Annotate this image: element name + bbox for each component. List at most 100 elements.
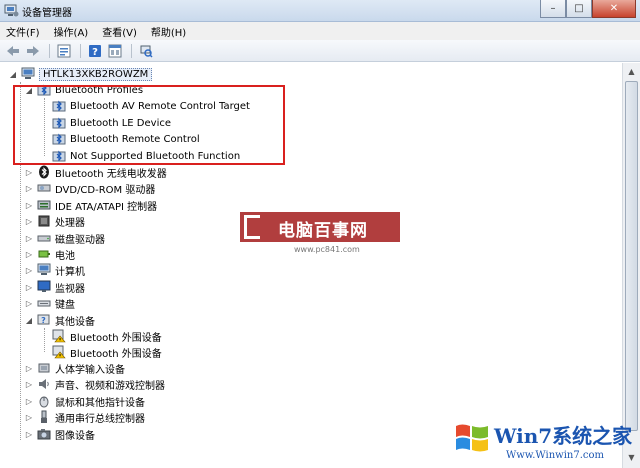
back-button[interactable] xyxy=(4,42,22,60)
properties-icon xyxy=(57,44,71,57)
menu-help[interactable]: 帮助(H) xyxy=(151,24,186,39)
tree-node-sound-video[interactable]: ▷ 声音、视频和游戏控制器 xyxy=(24,376,165,392)
expand-icon[interactable]: ▷ xyxy=(24,167,34,177)
computer-icon xyxy=(21,67,35,81)
tree-node-disk-drives[interactable]: ▷ 磁盘驱动器 xyxy=(24,230,105,246)
watermark-pc841: 电脑百事网 www.pc841.com xyxy=(240,212,400,258)
expand-icon[interactable]: ▷ xyxy=(24,379,34,389)
ide-controller-icon xyxy=(37,198,51,212)
tree-node-label: DVD/CD-ROM 驱动器 xyxy=(55,184,156,196)
toolbar-separator xyxy=(49,43,50,58)
tree-node-bluetooth-radios[interactable]: ▷ Bluetooth 无线电收发器 xyxy=(24,164,167,180)
watermark-site-name: Win7系统之家 xyxy=(494,424,633,448)
expand-icon[interactable]: ▷ xyxy=(24,396,34,406)
hid-icon xyxy=(37,361,51,375)
expand-icon[interactable]: ▷ xyxy=(24,363,34,373)
disk-drive-icon xyxy=(37,231,51,245)
camera-icon xyxy=(37,427,51,441)
scan-hardware-button[interactable] xyxy=(137,42,155,60)
optical-drive-icon xyxy=(37,181,51,195)
watermark-winwin7: Win7系统之家 Www.Winwin7.com xyxy=(448,414,638,468)
tree-leaf-bluetooth-peripheral[interactable]: Bluetooth 外围设备 xyxy=(52,328,162,344)
window-title: 设备管理器 xyxy=(22,8,72,19)
expand-icon[interactable]: ▷ xyxy=(24,183,34,193)
tree-node-label: 处理器 xyxy=(55,217,85,229)
expand-icon[interactable]: ▷ xyxy=(24,249,34,259)
keyboard-icon xyxy=(37,296,51,310)
svg-text:?: ? xyxy=(41,316,46,325)
menu-action[interactable]: 操作(A) xyxy=(54,24,89,39)
windows-flag-icon xyxy=(456,424,488,452)
speaker-icon xyxy=(37,377,51,391)
forward-arrow-icon xyxy=(27,45,39,56)
menu-file[interactable]: 文件(F) xyxy=(6,24,40,39)
collapse-icon[interactable]: ◢ xyxy=(8,69,18,79)
tree-node-label: 通用串行总线控制器 xyxy=(55,413,145,425)
title-bar[interactable]: 设备管理器 – □ ✕ xyxy=(0,0,640,22)
warning-device-icon xyxy=(52,345,66,359)
tree-leaf-label: Bluetooth 外围设备 xyxy=(70,332,162,344)
tree-node-other-devices[interactable]: ◢ ? 其他设备 xyxy=(24,312,95,328)
vertical-scrollbar[interactable]: ▲ ▼ xyxy=(622,63,640,468)
expand-icon[interactable]: ▷ xyxy=(24,282,34,292)
close-button[interactable]: ✕ xyxy=(592,0,636,18)
tree-node-label: 图像设备 xyxy=(55,430,95,442)
tree-node-hid[interactable]: ▷ 人体学输入设备 xyxy=(24,360,125,376)
tree-node-processors[interactable]: ▷ 处理器 xyxy=(24,213,85,229)
tree-node-label: 计算机 xyxy=(55,266,85,278)
tree-node-dvd-cdrom[interactable]: ▷ DVD/CD-ROM 驱动器 xyxy=(24,180,155,196)
collapse-icon[interactable]: ◢ xyxy=(24,315,34,325)
help-button[interactable]: ? xyxy=(86,42,104,60)
expand-icon[interactable]: ▷ xyxy=(24,216,34,226)
watermark-site-name: 电脑百事网 xyxy=(278,221,368,241)
expand-icon[interactable]: ▷ xyxy=(24,298,34,308)
tree-node-label: 监视器 xyxy=(55,283,85,295)
tree-node-imaging[interactable]: ▷ 图像设备 xyxy=(24,426,95,442)
tree-node-label: 声音、视频和游戏控制器 xyxy=(55,380,165,392)
tree-node-mouse[interactable]: ▷ 鼠标和其他指针设备 xyxy=(24,393,145,409)
tree-root[interactable]: ◢ HTLK13XKB2ROWZM xyxy=(8,66,153,82)
properties-button[interactable] xyxy=(55,42,73,60)
computer-name: HTLK13XKB2ROWZM xyxy=(39,67,153,81)
tree-node-ide-controller[interactable]: ▷ IDE ATA/ATAPI 控制器 xyxy=(24,197,157,213)
tree-leaf-bluetooth-peripheral[interactable]: Bluetooth 外围设备 xyxy=(52,344,162,360)
tree-node-keyboards[interactable]: ▷ 键盘 xyxy=(24,295,75,311)
back-arrow-icon xyxy=(7,45,19,56)
tree-node-label: IDE ATA/ATAPI 控制器 xyxy=(55,201,158,213)
tree-node-label: Bluetooth 无线电收发器 xyxy=(55,168,167,180)
expand-icon[interactable]: ▷ xyxy=(24,200,34,210)
expand-icon[interactable]: ▷ xyxy=(24,429,34,439)
tree-node-batteries[interactable]: ▷ 电池 xyxy=(24,246,75,262)
maximize-button[interactable]: □ xyxy=(566,0,592,18)
scroll-up-icon[interactable]: ▲ xyxy=(625,65,638,79)
minimize-button[interactable]: – xyxy=(540,0,566,18)
tree-node-computer[interactable]: ▷ 计算机 xyxy=(24,262,85,278)
scroll-thumb[interactable] xyxy=(625,81,638,431)
menu-view[interactable]: 查看(V) xyxy=(102,24,137,39)
monitor-icon xyxy=(37,280,51,294)
toolbar: ? xyxy=(0,40,640,62)
expand-icon[interactable]: ▷ xyxy=(24,265,34,275)
tree-line xyxy=(44,328,45,352)
window-controls: – □ ✕ xyxy=(540,0,636,18)
help-icon: ? xyxy=(89,44,101,58)
tree-node-monitors[interactable]: ▷ 监视器 xyxy=(24,279,85,295)
watermark-site-url: www.pc841.com xyxy=(294,245,360,254)
forward-button[interactable] xyxy=(24,42,42,60)
tree-node-label: 其他设备 xyxy=(55,316,95,328)
highlight-box xyxy=(13,85,285,165)
tree-node-label: 人体学输入设备 xyxy=(55,364,125,376)
computer-icon xyxy=(37,263,51,277)
tree-node-label: 键盘 xyxy=(55,299,75,311)
tree-node-label: 电池 xyxy=(55,250,75,262)
expand-icon[interactable]: ▷ xyxy=(24,412,34,422)
tree-node-label: 鼠标和其他指针设备 xyxy=(55,397,145,409)
tree-node-usb[interactable]: ▷ 通用串行总线控制器 xyxy=(24,409,145,425)
watermark-site-url: Www.Winwin7.com xyxy=(506,450,604,461)
view-button[interactable] xyxy=(106,42,124,60)
toolbar-separator xyxy=(131,43,132,58)
watermark-logo-icon xyxy=(244,215,260,239)
warning-device-icon xyxy=(52,329,66,343)
expand-icon[interactable]: ▷ xyxy=(24,233,34,243)
device-manager-icon xyxy=(4,4,19,17)
